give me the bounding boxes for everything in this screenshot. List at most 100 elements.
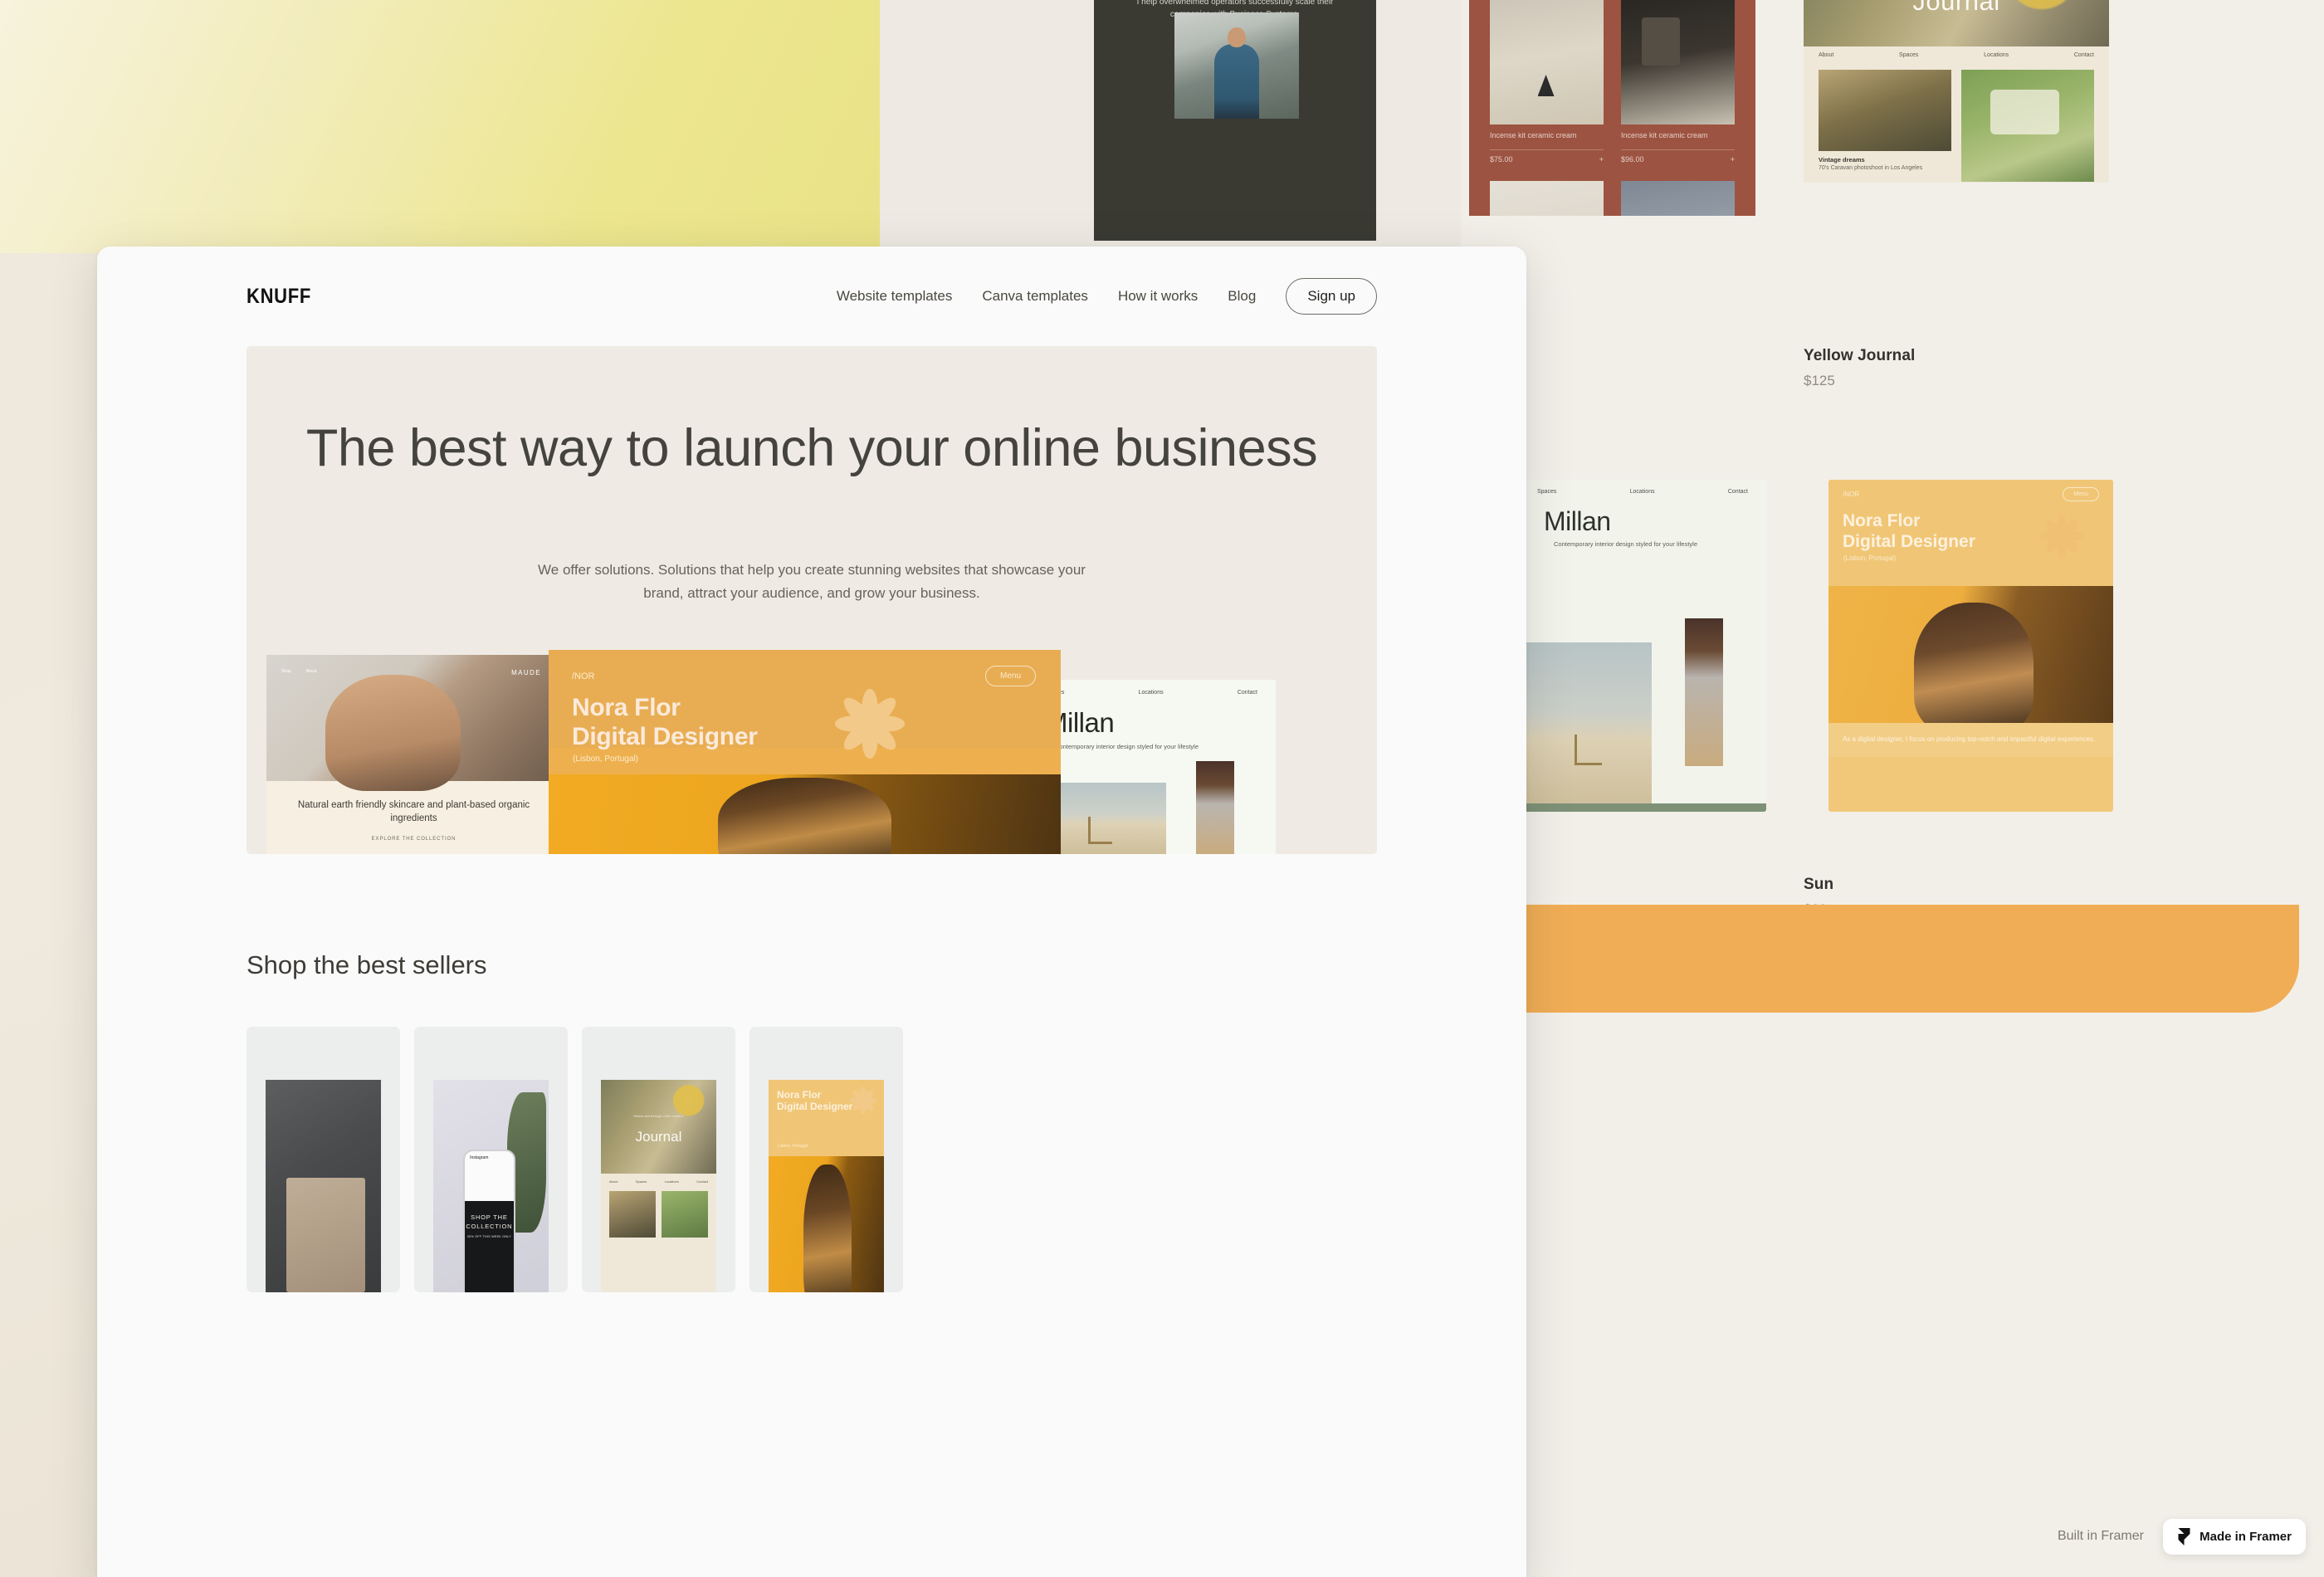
journal-nav-item: About [609, 1179, 618, 1184]
product-image [1490, 0, 1604, 124]
maude-brand: MAUDE [511, 669, 541, 676]
nav-item-canva-templates[interactable]: Canva templates [982, 288, 1088, 305]
best-seller-card[interactable]: Nora Flor Digital Designer Lisbon, Portu… [749, 1027, 903, 1292]
millan-nav-item[interactable]: Locations [1630, 489, 1655, 495]
journal-post[interactable]: Vintage dreams 70's Caravan photoshoot i… [1819, 70, 1951, 183]
maude-photo: Shop About MAUDE [266, 655, 561, 792]
nora-title-line1: Nora Flor [1843, 511, 1921, 530]
nav-item-website-templates[interactable]: Website templates [837, 288, 953, 305]
nora-photo [1828, 586, 2113, 723]
product-image [1621, 0, 1735, 124]
terracotta-product[interactable]: Incense kit ceramic cream $96.00 + [1621, 0, 1735, 164]
product-price-row: $75.00 + [1490, 149, 1604, 164]
post-subtitle: 70's Caravan photoshoot in Los Angeles [1819, 165, 1923, 171]
millan-preview-subtitle: Contemporary interior design styled for … [1055, 743, 1199, 750]
nora-mockup: Nora Flor Digital Designer Lisbon, Portu… [769, 1080, 884, 1292]
millan-nav-item[interactable]: Spaces [1537, 489, 1556, 495]
preview-card-maude[interactable]: Shop About MAUDE Natural earth friendly … [266, 655, 561, 854]
maude-nav-item[interactable]: About [306, 669, 317, 674]
tablet-mockup: ALL NEW [266, 1080, 381, 1292]
best-seller-card[interactable]: Instagram SHOP THE COLLECTION 30% OFF TH… [414, 1027, 568, 1292]
journal-post[interactable]: Hot days great takes travel with me to a… [1961, 70, 2094, 183]
terracotta-product[interactable] [1621, 181, 1735, 216]
maude-caption-text: Natural earth friendly skincare and plan… [297, 800, 530, 824]
journal-nav: About Spaces Locations Contact [1804, 46, 2109, 58]
hero-preview-cards: Shop About MAUDE Natural earth friendly … [247, 650, 1377, 854]
offer-label: 30% OFF THIS WEEK ONLY [466, 1235, 511, 1239]
journal-nav-item[interactable]: Contact [2074, 52, 2094, 58]
maude-nav-item[interactable]: Shop [281, 669, 291, 674]
tablet-screen-image [300, 1211, 349, 1267]
journal-nav-item[interactable]: About [1819, 52, 1833, 58]
nora-menu-button[interactable]: Menu [2063, 487, 2099, 501]
maude-caption: Natural earth friendly skincare and plan… [266, 781, 561, 854]
millan-title: Millan [1544, 506, 1611, 536]
product-label-yellow-journal[interactable]: Yellow Journal $125 [1804, 347, 1915, 389]
journal-mockup-image [609, 1190, 656, 1238]
millan-preview-nav: Spaces Locations Contact [1027, 680, 1276, 696]
sign-up-button[interactable]: Sign up [1286, 278, 1377, 315]
best-seller-card[interactable]: Stories told through a film camera. Jour… [582, 1027, 735, 1292]
millan-featured-section [1519, 803, 1766, 812]
best-seller-thumbnail: Instagram SHOP THE COLLECTION 30% OFF TH… [433, 1080, 549, 1292]
nav-item-how-it-works[interactable]: How it works [1118, 288, 1198, 305]
flower-icon [834, 688, 906, 759]
product-price: $75.00 [1490, 155, 1513, 164]
journal-mockup-nav: About Spaces Locations Contact [601, 1174, 716, 1184]
journal-hero: Stories told through a film camera. Jour… [1804, 0, 2109, 46]
millan-nav: Spaces Locations Contact [1519, 480, 1766, 495]
plus-icon[interactable]: + [1599, 155, 1604, 164]
product-image [1621, 181, 1735, 216]
terracotta-product[interactable] [1490, 181, 1604, 216]
preview-card-millan[interactable]: Spaces Locations Contact Millan Contempo… [1027, 680, 1276, 854]
terracotta-product-grid: Incense kit ceramic cream $75.00 + Incen… [1490, 0, 1735, 216]
millan-nav-item[interactable]: Locations [1139, 690, 1164, 696]
phone-frame: Instagram SHOP THE COLLECTION 30% OFF TH… [463, 1150, 515, 1292]
phone-mockup: Instagram SHOP THE COLLECTION 30% OFF TH… [433, 1080, 549, 1292]
product-name: Incense kit ceramic cream [1621, 131, 1708, 139]
logo[interactable]: KNUFF [247, 285, 311, 309]
made-in-framer-badge[interactable]: Made in Framer [2163, 1519, 2306, 1555]
nora-hero: /NOR Menu Nora Flor Digital Designer (Li… [1828, 480, 2113, 586]
nora-template-card[interactable]: /NOR Menu Nora Flor Digital Designer (Li… [1828, 480, 2113, 812]
journal-mockup-subtitle: Stories told through a film camera. [633, 1113, 684, 1118]
product-price: $96.00 [1621, 155, 1644, 164]
product-price: $125 [1804, 373, 1835, 388]
millan-nav-item[interactable]: Contact [1238, 690, 1257, 696]
product-name: Sun [1804, 876, 1834, 893]
terracotta-template-card[interactable]: Incense kit ceramic cream $75.00 + Incen… [1469, 0, 1755, 216]
nora-mockup-line2: Digital Designer [777, 1101, 853, 1113]
terracotta-product[interactable]: Incense kit ceramic cream $75.00 + [1490, 0, 1604, 164]
nora-preview-title-line2: Digital Designer [572, 723, 758, 751]
journal-nav-item[interactable]: Spaces [1899, 52, 1918, 58]
millan-nav-item[interactable]: Contact [1728, 489, 1748, 495]
nora-preview-title-line1: Nora Flor [572, 694, 681, 721]
journal-template-card[interactable]: Stories told through a film camera. Jour… [1804, 0, 2109, 183]
plus-icon[interactable]: + [1731, 155, 1735, 164]
product-price-row: $96.00 + [1621, 149, 1735, 164]
maude-cta[interactable]: EXPLORE THE COLLECTION [281, 837, 546, 842]
dark-card-photo [1174, 12, 1299, 119]
nora-title-line2: Digital Designer [1843, 531, 1975, 551]
navbar: KNUFF Website templates Canva templates … [97, 247, 1526, 346]
nav-item-blog[interactable]: Blog [1228, 288, 1256, 305]
nora-mockup-hero: Nora Flor Digital Designer Lisbon, Portu… [769, 1080, 884, 1157]
preview-card-nora[interactable]: /NOR Menu Nora Flor Digital Designer (Li… [549, 650, 1061, 854]
nora-preview-location: (Lisbon, Portugal) [573, 754, 638, 764]
nora-mockup-location: Lisbon, Portugal [778, 1144, 808, 1150]
nora-preview-menu-button[interactable]: Menu [984, 666, 1036, 686]
instagram-label: Instagram [470, 1155, 489, 1161]
nora-location: (Lisbon, Portugal) [1843, 554, 1897, 562]
post-title: Vintage dreams [1819, 156, 1865, 164]
background-yellow-gradient [0, 0, 880, 253]
millan-template-card[interactable]: Spaces Locations Contact Millan Contempo… [1519, 480, 1766, 812]
shop-collection-label: SHOP THE COLLECTION [466, 1213, 513, 1231]
journal-nav-item[interactable]: Locations [1984, 52, 2009, 58]
built-in-framer-link[interactable]: Built in Framer [2058, 1529, 2144, 1544]
best-seller-thumbnail: Stories told through a film camera. Jour… [601, 1080, 716, 1292]
best-seller-card[interactable]: ALL NEW [247, 1027, 400, 1292]
best-seller-thumbnail: Nora Flor Digital Designer Lisbon, Portu… [769, 1080, 884, 1292]
best-sellers-title: Shop the best sellers [247, 950, 487, 979]
nav-links: Website templates Canva templates How it… [837, 278, 1377, 315]
nora-preview-hero: /NOR Menu Nora Flor Digital Designer [549, 650, 1061, 759]
